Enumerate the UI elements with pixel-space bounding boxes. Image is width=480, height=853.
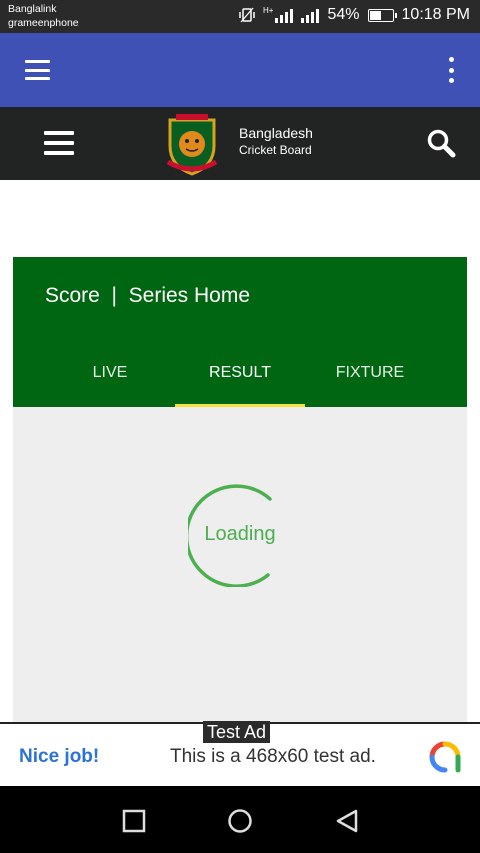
carrier-info: Banglalink grameenphone <box>8 2 79 30</box>
bcb-logo[interactable] <box>164 110 220 178</box>
navigation-bar <box>0 786 480 853</box>
carrier-name-1: Banglalink <box>8 3 57 15</box>
score-title: Score | Series Home <box>45 284 251 307</box>
bcb-title-line2: Cricket Board <box>239 143 312 157</box>
signal-icon <box>275 7 294 23</box>
network-type: H+ <box>263 6 274 15</box>
score-tabs: LIVE RESULT FIXTURE <box>13 350 467 407</box>
app-bar <box>0 33 480 107</box>
bcb-header: Bangladesh Cricket Board <box>0 107 480 180</box>
battery-icon <box>367 8 397 22</box>
tab-live[interactable]: LIVE <box>45 350 175 407</box>
carrier-name-2: grameenphone <box>8 17 79 29</box>
loading-text: Loading <box>204 523 276 545</box>
status-indicators: H+ 54% 10:18 PM <box>239 6 470 24</box>
menu-icon[interactable] <box>25 60 50 80</box>
tab-fixture[interactable]: FIXTURE <box>305 350 435 407</box>
vibrate-icon <box>239 7 255 23</box>
battery-percent: 54% <box>327 6 360 23</box>
home-icon[interactable] <box>227 808 253 834</box>
back-icon[interactable] <box>334 808 360 834</box>
bcb-title: Bangladesh Cricket Board <box>239 124 313 158</box>
status-bar: Banglalink grameenphone H+ 54% 10:18 PM <box>0 0 480 33</box>
menu-icon[interactable] <box>44 131 74 155</box>
ad-headline[interactable]: Nice job! <box>19 746 99 768</box>
results-content: Loading <box>13 407 467 722</box>
ad-tag: Test Ad <box>203 721 271 743</box>
ad-body[interactable]: This is a 468x60 test ad. <box>170 746 376 768</box>
overflow-menu-icon[interactable] <box>448 57 454 83</box>
clock: 10:18 PM <box>401 6 470 23</box>
adchoices-icon[interactable] <box>428 740 462 774</box>
screen: Banglalink grameenphone H+ 54% 10:18 PM <box>0 0 480 853</box>
tab-result[interactable]: RESULT <box>175 350 305 407</box>
search-icon[interactable] <box>426 128 456 158</box>
score-card: Score | Series Home LIVE RESULT FIXTURE <box>13 257 467 407</box>
bcb-title-line1: Bangladesh <box>239 125 313 141</box>
signal-icon <box>301 7 320 23</box>
recents-icon[interactable] <box>121 808 147 834</box>
ad-banner[interactable]: Test Ad Nice job! This is a 468x60 test … <box>0 721 480 786</box>
